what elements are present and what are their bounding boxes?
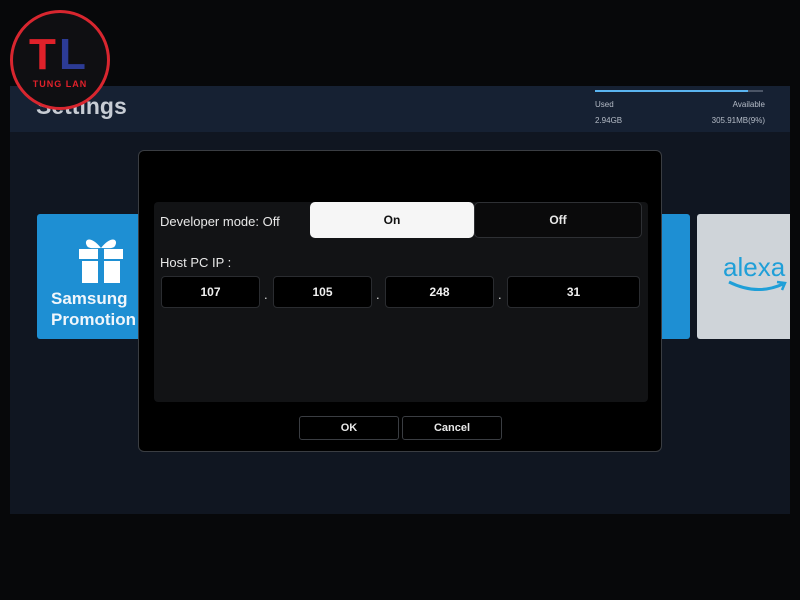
alexa-logo-text: alexa [723,252,786,282]
storage-used-value: 2.94GB [595,116,623,125]
storage-used-label: Used [595,100,614,109]
gift-icon [79,239,123,283]
host-pc-ip-label: Host PC IP : [160,255,232,270]
ok-button[interactable]: OK [299,416,399,440]
cancel-button[interactable]: Cancel [402,416,502,440]
off-button[interactable]: Off [474,202,642,238]
logo-letter-t: T [29,30,56,79]
ip-octet-4-field[interactable]: 31 [507,276,640,308]
tile-label-line2: Promotion [51,310,136,329]
alexa-tile[interactable]: alexa [697,214,790,339]
storage-bar [595,90,763,92]
on-button[interactable]: On [310,202,474,238]
ip-separator: . [498,287,502,302]
developer-mode-dialog: Developer mode: Off On Off Host PC IP : … [138,150,662,452]
tung-lan-logo: T L TUNG LAN [10,10,110,110]
ip-separator: . [264,287,268,302]
ip-octet-1-field[interactable]: 107 [161,276,260,308]
ip-separator: . [376,287,380,302]
logo-subtitle: TUNG LAN [32,79,88,89]
settings-header: Settings Used Available 2.94GB 305.91MB(… [10,86,790,132]
storage-bar-fill [595,90,748,92]
storage-available-label: Available [732,100,765,109]
dialog-panel: Developer mode: Off On Off Host PC IP : … [154,202,648,402]
storage-indicator: Used Available 2.94GB 305.91MB(9%) [595,90,765,129]
developer-mode-label: Developer mode: Off [160,214,280,229]
logo-letter-l: L [59,30,86,79]
storage-available-value: 305.91MB(9%) [711,116,765,125]
tile-label-line1: Samsung [51,289,128,308]
ip-octet-3-field[interactable]: 248 [385,276,494,308]
alexa-smile-icon [728,280,787,291]
ip-octet-2-field[interactable]: 105 [273,276,372,308]
